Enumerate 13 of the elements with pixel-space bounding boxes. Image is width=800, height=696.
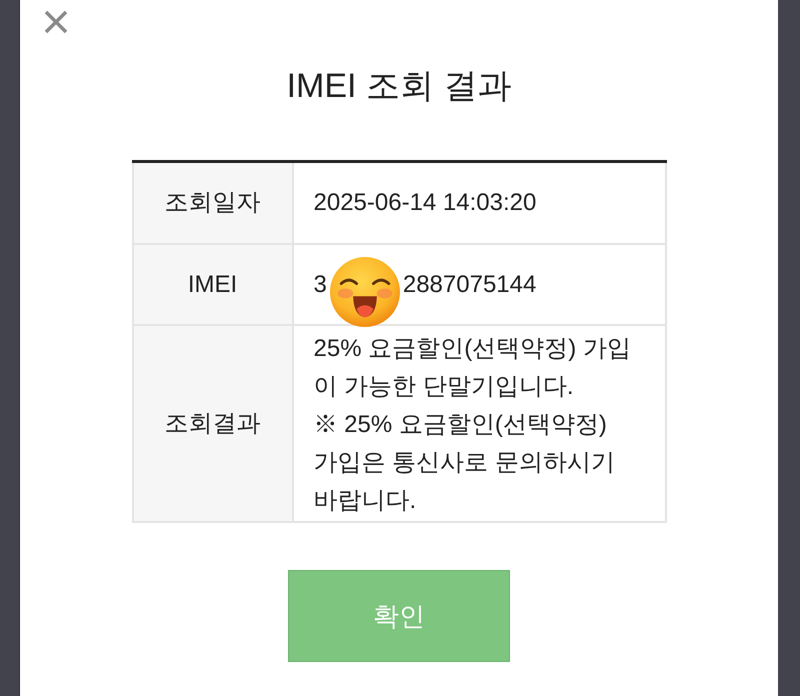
row-label: 조회일자 bbox=[134, 163, 292, 243]
laughing-face-icon bbox=[330, 257, 400, 327]
confirm-button[interactable]: 확인 bbox=[288, 570, 510, 662]
row-label: 조회결과 bbox=[134, 326, 292, 521]
close-icon bbox=[44, 10, 68, 34]
close-button[interactable] bbox=[44, 10, 68, 34]
row-value: 3 bbox=[314, 270, 327, 300]
row-value: 2025-06-14 14:03:20 bbox=[314, 188, 536, 218]
row-label: IMEI bbox=[134, 245, 292, 324]
result-paragraph: 25% 요금할인(선택약정) 가입이 가능한 단말기입니다. bbox=[314, 334, 632, 402]
row-value: 2887075144 bbox=[402, 270, 536, 300]
dialog-title: IMEI 조회 결과 bbox=[286, 66, 512, 106]
result-paragraph: ※ 25% 요금할인(선택약정) 가입은 통신사로 문의하시기 바랍니다. bbox=[314, 410, 616, 516]
